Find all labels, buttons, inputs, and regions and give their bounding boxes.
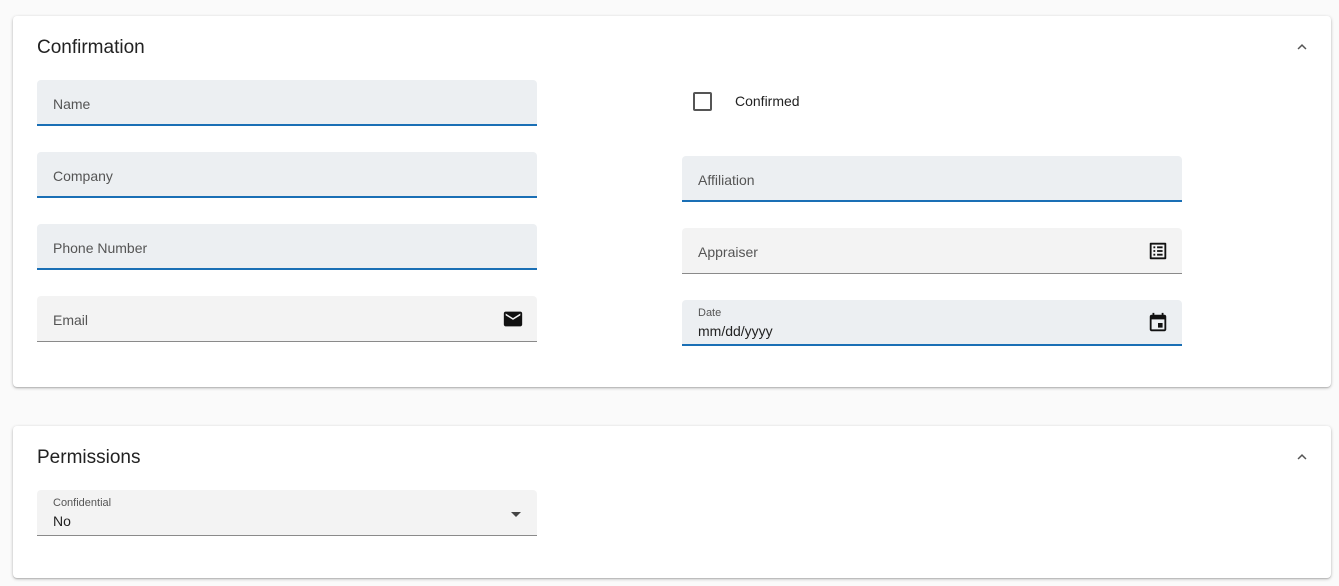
affiliation-field-label: Affiliation bbox=[698, 172, 755, 188]
appraiser-field-label: Appraiser bbox=[698, 244, 758, 260]
date-field-value: mm/dd/yyyy bbox=[698, 323, 773, 339]
collapse-chevron-up-icon[interactable] bbox=[1293, 38, 1311, 56]
dropdown-arrow-icon[interactable] bbox=[511, 512, 521, 517]
appraiser-field[interactable]: Appraiser bbox=[682, 228, 1182, 274]
date-field-label: Date bbox=[698, 307, 722, 319]
name-field[interactable]: Name bbox=[37, 80, 537, 126]
company-field[interactable]: Company bbox=[37, 152, 537, 198]
name-field-label: Name bbox=[53, 96, 91, 112]
confidential-select-label: Confidential bbox=[53, 497, 112, 509]
confidential-select-value: No bbox=[53, 513, 71, 529]
confidential-select[interactable]: Confidential No bbox=[37, 490, 537, 536]
date-field[interactable]: Date mm/dd/yyyy bbox=[682, 300, 1182, 346]
confirmed-checkbox-label: Confirmed bbox=[735, 93, 800, 109]
permissions-panel: Permissions Confidential No bbox=[13, 426, 1331, 578]
phone-number-field[interactable]: Phone Number bbox=[37, 224, 537, 270]
email-field[interactable]: Email bbox=[37, 296, 537, 342]
confirmed-checkbox-row[interactable]: Confirmed bbox=[693, 90, 800, 112]
list-picker-icon[interactable] bbox=[1147, 240, 1169, 262]
calendar-icon[interactable] bbox=[1147, 312, 1169, 334]
permissions-title: Permissions bbox=[37, 447, 141, 468]
confirmed-checkbox[interactable] bbox=[693, 91, 712, 111]
confirmation-title: Confirmation bbox=[37, 37, 145, 58]
affiliation-field[interactable]: Affiliation bbox=[682, 156, 1182, 202]
phone-number-field-label: Phone Number bbox=[53, 240, 148, 256]
mail-icon bbox=[502, 308, 524, 330]
confirmation-panel: Confirmation Name Company Phone Number E… bbox=[13, 16, 1331, 387]
company-field-label: Company bbox=[53, 168, 113, 184]
email-field-label: Email bbox=[53, 312, 89, 328]
collapse-chevron-up-icon[interactable] bbox=[1293, 448, 1311, 466]
